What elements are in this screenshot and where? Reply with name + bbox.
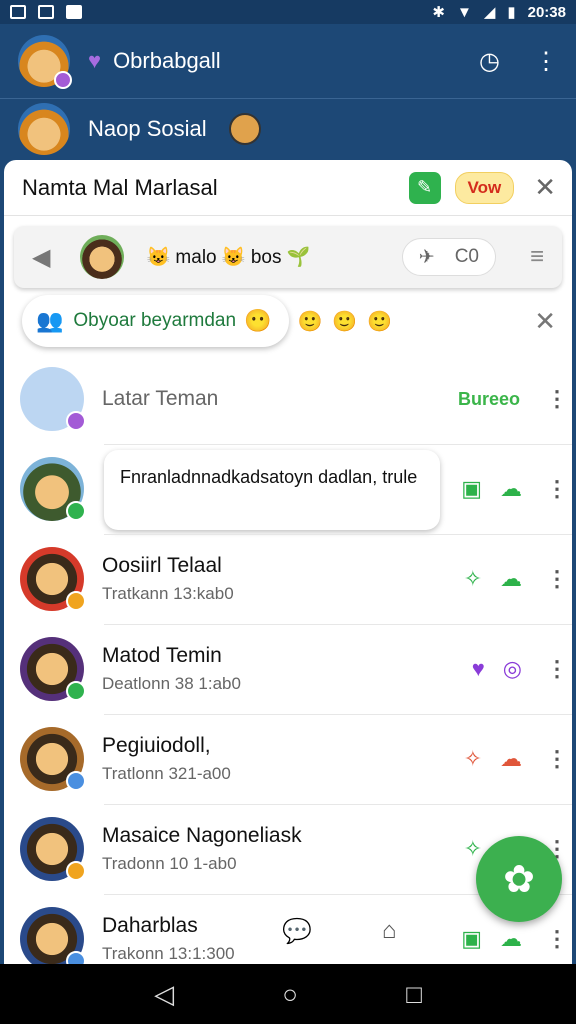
list-item[interactable]: Matod Temin Deatlonn 38 1:ab0 ♥ ◎ ⋮ [4,624,572,714]
clock: 20:38 [527,3,566,21]
avatar [20,727,86,791]
share-icon[interactable]: ⌂ [382,917,397,946]
view-button[interactable]: Vow [454,171,515,204]
cloud-icon[interactable]: ☁ [500,926,522,952]
contact-subtitle: Deatlonn 38 1:ab0 [102,674,241,693]
cloud-icon[interactable]: ☁ [500,566,522,592]
list-item[interactable]: Oosiirl Telaal Tratkann 13:kab0 ✧ ☁ ⋮ [4,534,572,624]
heart-icon: ♥ [88,48,102,73]
emoji-icon: 😺 [221,247,246,268]
more-vert-icon[interactable]: ⋮ [546,476,568,502]
add-contact-icon: ✿ [503,858,535,901]
more-vert-icon[interactable]: ⋮ [546,566,568,592]
pill-label: C0 [454,246,479,267]
contact-subtitle: Tradonn 10 1-ab0 [102,854,237,873]
close-icon[interactable]: ✕ [534,172,556,203]
toolbar-pill[interactable]: ✈ C0 [401,238,496,276]
avatar [20,907,86,964]
status-badge: Bureeo [457,388,520,409]
chip-faces: 🙂 🙂 🙂 [297,309,534,334]
home-icon[interactable]: ○ [282,979,298,1010]
card-title: Namta Mal Marlasal [22,174,218,200]
toolbar-label: malo [175,247,217,268]
avatar [20,637,86,701]
more-vert-icon[interactable]: ⋮ [546,926,568,952]
sparkle-icon[interactable]: ✧ [464,746,482,772]
new-chat-fab[interactable]: ✿ [476,836,562,922]
account-name: Obrbabgall [113,48,221,73]
contact-name: Latar Teman [102,387,219,410]
sync-icon [38,5,54,19]
signal-icon: ◢ [483,4,496,21]
avatar [20,817,86,881]
mini-avatar [228,112,261,145]
bluetooth-icon: ✱ [432,4,445,21]
avatar[interactable] [80,235,125,279]
cloud-icon[interactable]: ☁ [500,746,522,772]
emoji-icon: 😺 [146,247,171,268]
close-icon[interactable]: ✕ [534,306,556,337]
secondary-account-row[interactable]: Naop Sosial [0,98,576,158]
back-icon[interactable]: ◁ [154,979,174,1010]
battery-icon: ▮ [507,4,516,21]
reply-icon[interactable]: ◀ [32,243,50,272]
face-icon: 🙂 [332,310,358,333]
card-header: Namta Mal Marlasal ✎ Vow ✕ [4,160,572,216]
list-item[interactable]: Pegiuiodoll, Tratlonn 321-a00 ✧ ☁ ⋮ [4,714,572,804]
group-icon: 👥 [36,308,64,333]
avatar [18,102,70,155]
secondary-account-name: Naop Sosial [88,115,207,141]
sparkle-icon[interactable]: ✧ [464,836,482,862]
face-icon: 🙂 [297,310,323,333]
list-item[interactable]: Latar Teman Bureeo ⋮ [4,354,572,444]
wifi-icon: ▼ [456,3,472,21]
menu-icon[interactable]: ≡ [530,243,544,271]
cloud-icon[interactable]: ☁ [500,476,522,502]
more-vert-icon[interactable]: ⋮ [534,47,558,76]
contact-name: Matod Temin [102,644,222,667]
face-icon: 🙂 [367,310,393,333]
chip-label: Obyoar beyarmdan [73,310,237,331]
system-navbar: ◁ ○ □ [0,964,576,1024]
smile-icon: 😶 [244,308,272,333]
toolbar-label-2: bos [250,247,282,268]
chat-toolbar: ◀ 😺 malo 😺 bos 🌱 ✈ C0 ≡ [14,226,562,288]
toolbar-text: 😺 malo 😺 bos 🌱 [146,245,401,269]
contact-name: Masaice Nagoneliask [102,824,302,847]
sim-icon[interactable]: ▣ [461,926,482,952]
account-header: ♥ Obrbabgall ◷ ⋮ [0,26,576,96]
avatar [20,367,86,431]
timer-icon[interactable]: ◷ [479,47,500,76]
status-badge [54,71,72,89]
mail-icon [66,5,82,19]
chat-icon[interactable]: ◎ [503,656,522,682]
contact-subtitle: Trakonn 13:1:300 [102,944,235,963]
contact-name: Oosiirl Telaal [102,554,222,577]
bottom-actions: 💬 ⌂ [282,917,396,946]
group-chip[interactable]: 👥 Obyoar beyarmdan 😶 [22,295,290,347]
sim-icon[interactable]: ▣ [461,476,482,502]
list-item[interactable]: Fnranladnnadkadsatoyn dadlan, trule ▣ ☁ ⋮ [4,444,572,534]
avatar [20,547,86,611]
chip-bar: 👥 Obyoar beyarmdan 😶 🙂 🙂 🙂 ✕ [4,288,572,354]
contact-subtitle: Tratlonn 321-a00 [102,764,231,783]
app-icon [10,5,26,19]
recents-icon[interactable]: □ [406,979,422,1010]
avatar[interactable] [18,35,72,89]
message-bubble: Fnranladnnadkadsatoyn dadlan, trule [104,450,440,530]
more-vert-icon[interactable]: ⋮ [546,656,568,682]
status-bar: ✱ ▼ ◢ ▮ 20:38 [0,0,576,24]
contact-subtitle: Tratkann 13:kab0 [102,584,234,603]
more-vert-icon[interactable]: ⋮ [546,746,568,772]
emoji-icon: 🌱 [286,247,311,268]
sparkle-icon[interactable]: ✧ [464,566,482,592]
avatar [20,457,86,521]
more-vert-icon[interactable]: ⋮ [546,386,568,412]
mute-icon: ✈ [418,246,435,268]
contacts-card: Namta Mal Marlasal ✎ Vow ✕ ◀ 😺 malo 😺 bo… [4,160,572,964]
comment-icon[interactable]: 💬 [282,917,312,946]
edit-button[interactable]: ✎ [408,171,441,204]
heart-icon[interactable]: ♥ [472,656,485,682]
contact-name: Pegiuiodoll, [102,734,211,757]
